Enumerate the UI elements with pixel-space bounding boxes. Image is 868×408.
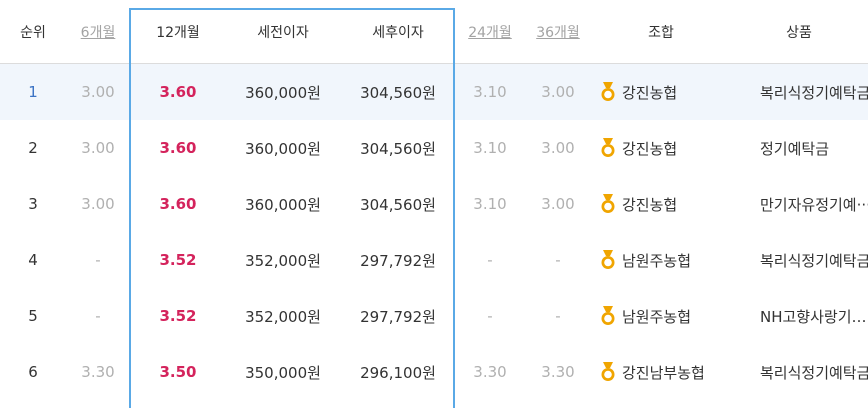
rate-12-month-cell: 3.60: [130, 63, 226, 120]
rate-36-month-cell: 3.30: [541, 363, 575, 381]
product-name: 복리식정기예탁금: [760, 251, 868, 270]
rank-cell: 5: [28, 307, 38, 325]
rate-24-month-cell: -: [487, 251, 493, 269]
rate-24-month-cell: 3.10: [473, 195, 507, 213]
header-24-months-sort[interactable]: 24개월: [456, 0, 524, 64]
rank-cell: 3: [28, 195, 38, 213]
medal-icon: [600, 138, 616, 158]
medal-icon: [600, 250, 616, 270]
header-6-months-sort[interactable]: 6개월: [66, 0, 130, 64]
rank-cell: 6: [28, 363, 38, 381]
rate-12-month-cell: 3.52: [159, 251, 197, 269]
header-12-months: 12개월: [130, 0, 226, 64]
pretax-interest-cell: 360,000원: [245, 195, 321, 214]
product-name: 정기예탁금: [760, 139, 830, 158]
rate-36-month-cell: 3.00: [524, 63, 592, 120]
rank-cell: 2: [28, 139, 38, 157]
aftertax-interest-cell: 297,792원: [360, 251, 436, 270]
rank-cell: 1: [0, 63, 66, 120]
rate-12-month-cell: 3.50: [159, 363, 197, 381]
union-name: 남원주농협: [622, 251, 692, 270]
rate-6-month-cell: 3.00: [81, 195, 115, 213]
pretax-interest-cell: 350,000원: [245, 363, 321, 382]
medal-icon: [600, 82, 616, 102]
product-name: 복리식정기예탁금: [760, 83, 868, 102]
union-cell[interactable]: 남원주농협: [592, 232, 730, 288]
header-product: 상품: [730, 0, 868, 64]
union-name: 남원주농협: [622, 307, 692, 326]
product-cell[interactable]: 복리식정기예탁금: [730, 232, 868, 288]
aftertax-interest-cell: 304,560원: [360, 195, 436, 214]
product-cell[interactable]: 만기자유정기예···: [730, 176, 868, 232]
rate-6-month-cell: 3.30: [81, 363, 115, 381]
header-rank: 순위: [0, 0, 66, 64]
rate-6-month-cell: -: [95, 251, 101, 269]
rate-24-month-cell: -: [487, 307, 493, 325]
union-name: 강진농협: [622, 83, 678, 102]
aftertax-interest-cell: 304,560원: [360, 139, 436, 158]
union-cell[interactable]: 강진농협: [592, 120, 730, 176]
pretax-interest-cell: 352,000원: [245, 251, 321, 270]
aftertax-interest-cell: 297,792원: [360, 307, 436, 326]
rate-24-month-cell: 3.10: [456, 63, 524, 120]
pretax-interest-cell: 360,000원: [245, 139, 321, 158]
table-row[interactable]: 4 - 3.52 352,000원 297,792원 - - 남원주농협 복리식…: [0, 232, 868, 288]
rate-6-month-cell: -: [95, 307, 101, 325]
product-name: 복리식정기예탁금: [760, 363, 868, 382]
union-name: 강진농협: [622, 195, 678, 214]
union-cell[interactable]: 강진농협: [592, 63, 730, 120]
table-row[interactable]: 1 3.00 3.60 360,000원 304,560원 3.10 3.00 …: [0, 63, 868, 120]
deposit-rate-table-container: 순위 6개월 12개월 세전이자 세후이자 24개월 36개월 조합 상품 1 …: [0, 0, 868, 408]
rate-6-month-cell: 3.00: [81, 139, 115, 157]
product-cell[interactable]: 정기예탁금: [730, 120, 868, 176]
rate-36-month-cell: 3.00: [541, 195, 575, 213]
rate-12-month-cell: 3.60: [159, 195, 197, 213]
rate-36-month-cell: -: [555, 251, 561, 269]
rate-6-month-cell: 3.00: [66, 63, 130, 120]
product-cell[interactable]: 복리식정기예탁금: [730, 344, 868, 400]
table-row[interactable]: 6 3.30 3.50 350,000원 296,100원 3.30 3.30 …: [0, 344, 868, 400]
rate-12-month-cell: 3.52: [159, 307, 197, 325]
rank-cell: 4: [28, 251, 38, 269]
union-cell[interactable]: 강진농협: [592, 176, 730, 232]
medal-icon: [600, 362, 616, 382]
rate-36-month-cell: -: [555, 307, 561, 325]
pretax-interest-cell: 352,000원: [245, 307, 321, 326]
union-cell[interactable]: 강진남부농협: [592, 344, 730, 400]
header-aftertax-interest: 세후이자: [340, 0, 456, 64]
product-name: NH고향사랑기부···: [760, 307, 868, 326]
pretax-interest-cell: 360,000원: [226, 63, 340, 120]
medal-icon: [600, 306, 616, 326]
aftertax-interest-cell: 304,560원: [340, 63, 456, 120]
table-row[interactable]: 5 - 3.52 352,000원 297,792원 - - 남원주농협 NH고…: [0, 288, 868, 344]
table-header-row: 순위 6개월 12개월 세전이자 세후이자 24개월 36개월 조합 상품: [0, 0, 868, 64]
table-row[interactable]: 2 3.00 3.60 360,000원 304,560원 3.10 3.00 …: [0, 120, 868, 176]
product-cell[interactable]: 복리식정기예탁금: [730, 63, 868, 120]
product-cell[interactable]: NH고향사랑기부···: [730, 288, 868, 344]
header-pretax-interest: 세전이자: [226, 0, 340, 64]
table-row[interactable]: 3 3.00 3.60 360,000원 304,560원 3.10 3.00 …: [0, 176, 868, 232]
medal-icon: [600, 194, 616, 214]
rate-24-month-cell: 3.10: [473, 139, 507, 157]
union-name: 강진남부농협: [622, 363, 705, 382]
product-name: 만기자유정기예···: [760, 195, 868, 214]
union-name: 강진농협: [622, 139, 678, 158]
header-union: 조합: [592, 0, 730, 64]
header-36-months-sort[interactable]: 36개월: [524, 0, 592, 64]
rate-36-month-cell: 3.00: [541, 139, 575, 157]
deposit-rate-table: 순위 6개월 12개월 세전이자 세후이자 24개월 36개월 조합 상품 1 …: [0, 0, 868, 400]
aftertax-interest-cell: 296,100원: [360, 363, 436, 382]
rate-12-month-cell: 3.60: [159, 139, 197, 157]
rate-24-month-cell: 3.30: [473, 363, 507, 381]
union-cell[interactable]: 남원주농협: [592, 288, 730, 344]
